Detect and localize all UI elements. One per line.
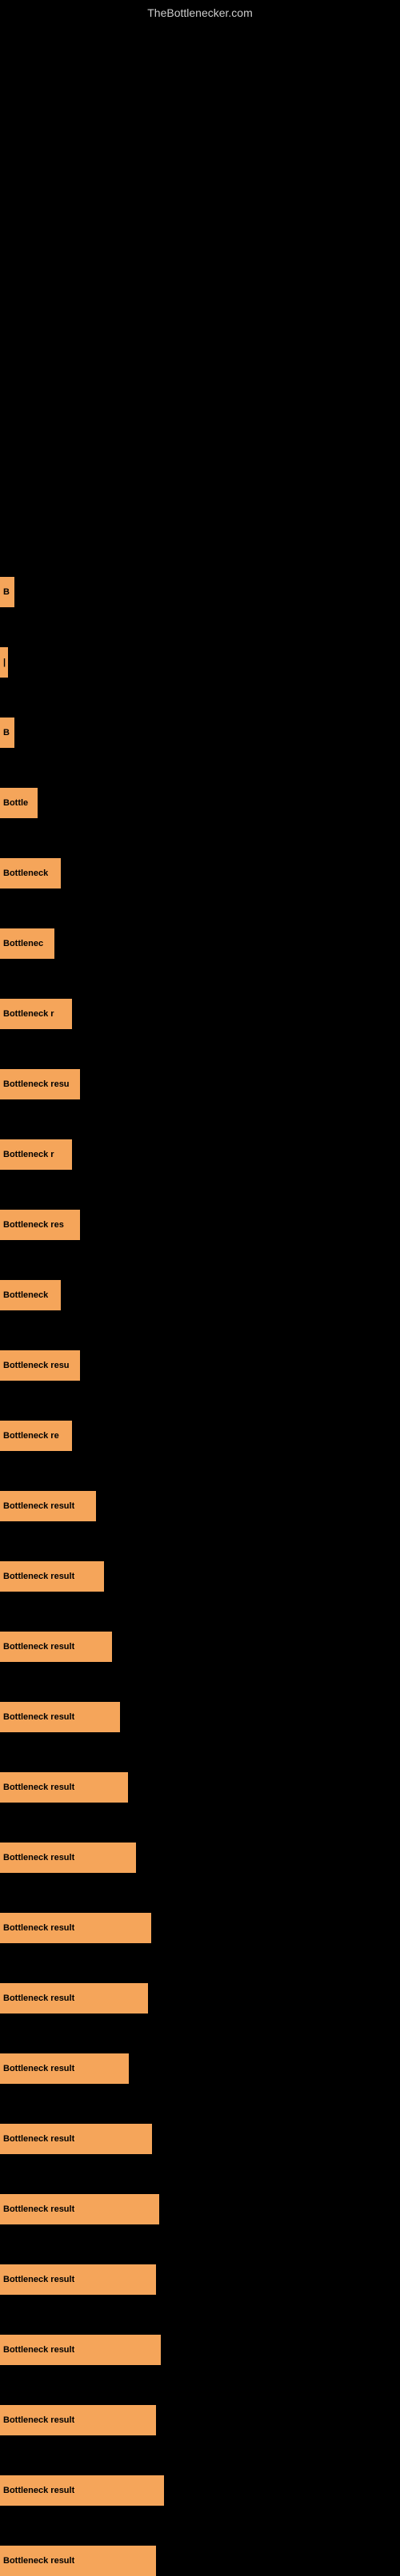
bottleneck-bar-label: Bottleneck result (3, 1642, 74, 1652)
bottleneck-bar-label: Bottleneck result (3, 1572, 74, 1581)
bottleneck-bar: Bottleneck result (0, 2546, 156, 2576)
bottleneck-bar: Bottleneck result (0, 1632, 112, 1662)
bottleneck-bar-label: Bottleneck result (3, 2345, 74, 2355)
bottleneck-bar-label: Bottleneck result (3, 2204, 74, 2214)
bottleneck-bar-label: Bottleneck result (3, 2415, 74, 2425)
bottleneck-bar: Bottleneck r (0, 1139, 72, 1170)
bottleneck-bar-label: Bottleneck r (3, 1009, 54, 1019)
bottleneck-bar: Bottleneck result (0, 2124, 152, 2154)
bottleneck-bar-label: Bottleneck result (3, 1501, 74, 1511)
bottleneck-bar: | (0, 647, 8, 678)
bottleneck-bar: Bottleneck result (0, 2053, 129, 2084)
bottleneck-bar-label: Bottleneck result (3, 1783, 74, 1792)
bottleneck-bar-label: Bottleneck result (3, 2556, 74, 2566)
bottleneck-bar-label: Bottleneck (3, 869, 48, 878)
bottleneck-bar: Bottleneck result (0, 1491, 96, 1521)
bottleneck-bar-label: Bottleneck resu (3, 1361, 70, 1370)
bottleneck-bar-label: Bottleneck result (3, 1923, 74, 1933)
bottleneck-bar: Bottleneck result (0, 2335, 161, 2365)
bottleneck-bar: Bottleneck result (0, 1913, 151, 1943)
bottleneck-bar: Bottleneck result (0, 2264, 156, 2295)
bottleneck-bar: Bottleneck result (0, 1843, 136, 1873)
bottleneck-bar-label: Bottleneck result (3, 1853, 74, 1862)
bottleneck-bar: Bottleneck resu (0, 1350, 80, 1381)
bottleneck-bar-label: Bottleneck result (3, 1994, 74, 2003)
bottleneck-bar-label: Bottle (3, 798, 28, 808)
bottleneck-bar-label: B (3, 728, 10, 737)
bottleneck-bar-label: Bottleneck result (3, 2486, 74, 2495)
bottleneck-bar: Bottleneck result (0, 2405, 156, 2435)
bottleneck-bar-label: | (3, 658, 6, 667)
bottleneck-bar-label: Bottleneck result (3, 2064, 74, 2073)
bottleneck-bar-label: Bottleneck r (3, 1150, 54, 1159)
bottleneck-bar: Bottleneck result (0, 1561, 104, 1592)
site-title: TheBottlenecker.com (147, 6, 253, 19)
bottleneck-bar: B (0, 718, 14, 748)
bottleneck-bar: Bottleneck r (0, 999, 72, 1029)
bottleneck-bar-label: Bottleneck result (3, 2275, 74, 2284)
bottleneck-bar-label: Bottleneck resu (3, 1079, 70, 1089)
bottleneck-bar: Bottleneck res (0, 1210, 80, 1240)
bottleneck-bar: Bottleneck (0, 1280, 61, 1310)
bottleneck-bar: Bottleneck (0, 858, 61, 888)
bottleneck-bar: Bottlenec (0, 928, 54, 959)
bottleneck-bar-label: Bottleneck re (3, 1431, 59, 1441)
bottleneck-bar: Bottleneck re (0, 1421, 72, 1451)
bottleneck-bar: Bottle (0, 788, 38, 818)
bottleneck-bar: Bottleneck result (0, 2194, 159, 2224)
bottleneck-bar-label: Bottleneck (3, 1290, 48, 1300)
bottleneck-bar-label: Bottleneck result (3, 1712, 74, 1722)
bottleneck-bar-label: Bottleneck res (3, 1220, 64, 1230)
bottleneck-bar: Bottleneck result (0, 1772, 128, 1803)
bottleneck-bar-label: Bottleneck result (3, 2134, 74, 2144)
bottleneck-bar-label: Bottlenec (3, 939, 43, 948)
bottleneck-bar: Bottleneck result (0, 1983, 148, 2013)
bottleneck-bar: Bottleneck resu (0, 1069, 80, 1099)
bottleneck-bar: Bottleneck result (0, 2475, 164, 2506)
bottleneck-bar: B (0, 577, 14, 607)
bottleneck-bar: Bottleneck result (0, 1702, 120, 1732)
bottleneck-bar-label: B (3, 587, 10, 597)
